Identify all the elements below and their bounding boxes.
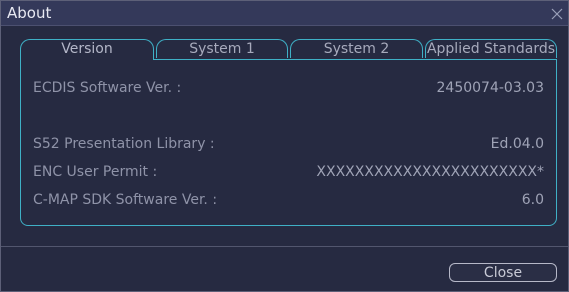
info-label: C-MAP SDK Software Ver. : — [33, 192, 218, 208]
about-dialog: About Version System 1 System 2 Applied … — [0, 0, 569, 292]
info-label: ENC User Permit : — [33, 164, 158, 180]
info-value: XXXXXXXXXXXXXXXXXXXXXXX* — [316, 164, 544, 180]
info-row-cmap-sdk: C-MAP SDK Software Ver. : 6.0 — [33, 192, 544, 212]
version-panel: ECDIS Software Ver. : 2450074-03.03 S52 … — [20, 59, 557, 226]
title-bar: About — [1, 1, 568, 26]
dialog-title: About — [7, 4, 52, 22]
info-label: S52 Presentation Library : — [33, 136, 215, 152]
tab-system-1[interactable]: System 1 — [156, 39, 288, 58]
info-value: Ed.04.0 — [490, 136, 544, 152]
info-label: ECDIS Software Ver. : — [33, 80, 182, 96]
tab-container: Version System 1 System 2 Applied Standa… — [1, 26, 568, 246]
close-button[interactable]: Close — [449, 263, 557, 282]
tab-applied-standards[interactable]: Applied Standards — [425, 39, 557, 58]
info-row-ecdis-software: ECDIS Software Ver. : 2450074-03.03 — [33, 80, 544, 100]
close-icon[interactable] — [550, 6, 564, 20]
info-row-enc-user-permit: ENC User Permit : XXXXXXXXXXXXXXXXXXXXXX… — [33, 164, 544, 184]
info-value: 2450074-03.03 — [436, 80, 544, 96]
footer-divider — [1, 246, 568, 247]
tab-version[interactable]: Version — [20, 39, 154, 60]
info-row-s52-library: S52 Presentation Library : Ed.04.0 — [33, 136, 544, 156]
info-value: 6.0 — [521, 192, 544, 208]
tab-system-2[interactable]: System 2 — [290, 39, 423, 58]
